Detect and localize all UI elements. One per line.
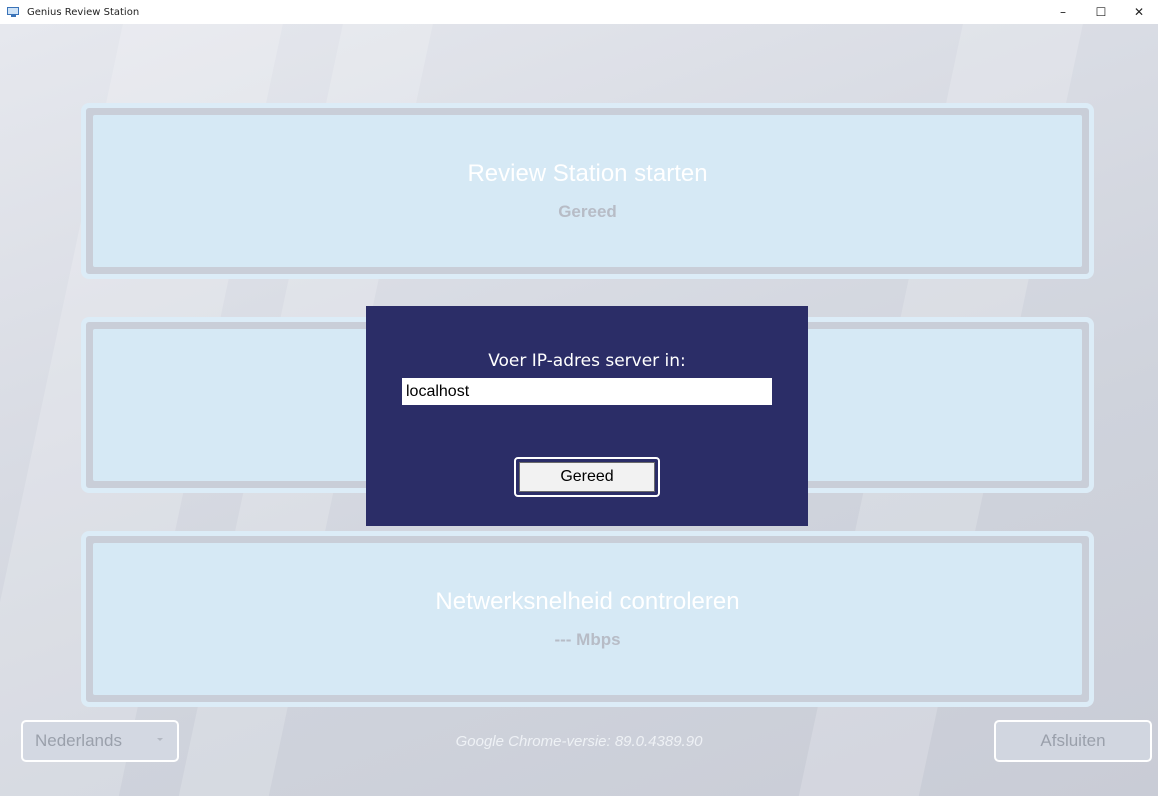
server-ip-dialog: Voer IP-adres server in: Gereed: [366, 306, 808, 526]
close-button[interactable]: ✕: [1120, 0, 1158, 24]
window-title-bar: Genius Review Station – ☐ ✕: [0, 0, 1158, 25]
window-title: Genius Review Station: [27, 6, 140, 18]
panel-title: Netwerksnelheid controleren: [435, 588, 740, 615]
start-review-station-panel[interactable]: Review Station starten Gereed: [81, 103, 1094, 279]
panel-title: Review Station starten: [467, 160, 708, 187]
minimize-button[interactable]: –: [1044, 0, 1082, 24]
window-controls: – ☐ ✕: [1044, 0, 1158, 24]
panel-status: --- Mbps: [554, 630, 621, 649]
ok-button[interactable]: Gereed: [514, 457, 660, 497]
dialog-label: Voer IP-adres server in:: [488, 351, 686, 371]
chrome-version-text: Google Chrome-versie: 89.0.4389.90: [455, 733, 703, 750]
ok-button-label: Gereed: [519, 462, 655, 492]
maximize-button[interactable]: ☐: [1082, 0, 1120, 24]
panel-status: Gereed: [558, 202, 617, 221]
monitor-icon: [7, 6, 21, 18]
ip-address-input[interactable]: [402, 378, 772, 405]
network-speed-panel[interactable]: Netwerksnelheid controleren --- Mbps: [81, 531, 1094, 707]
exit-button[interactable]: Afsluiten: [994, 720, 1152, 762]
